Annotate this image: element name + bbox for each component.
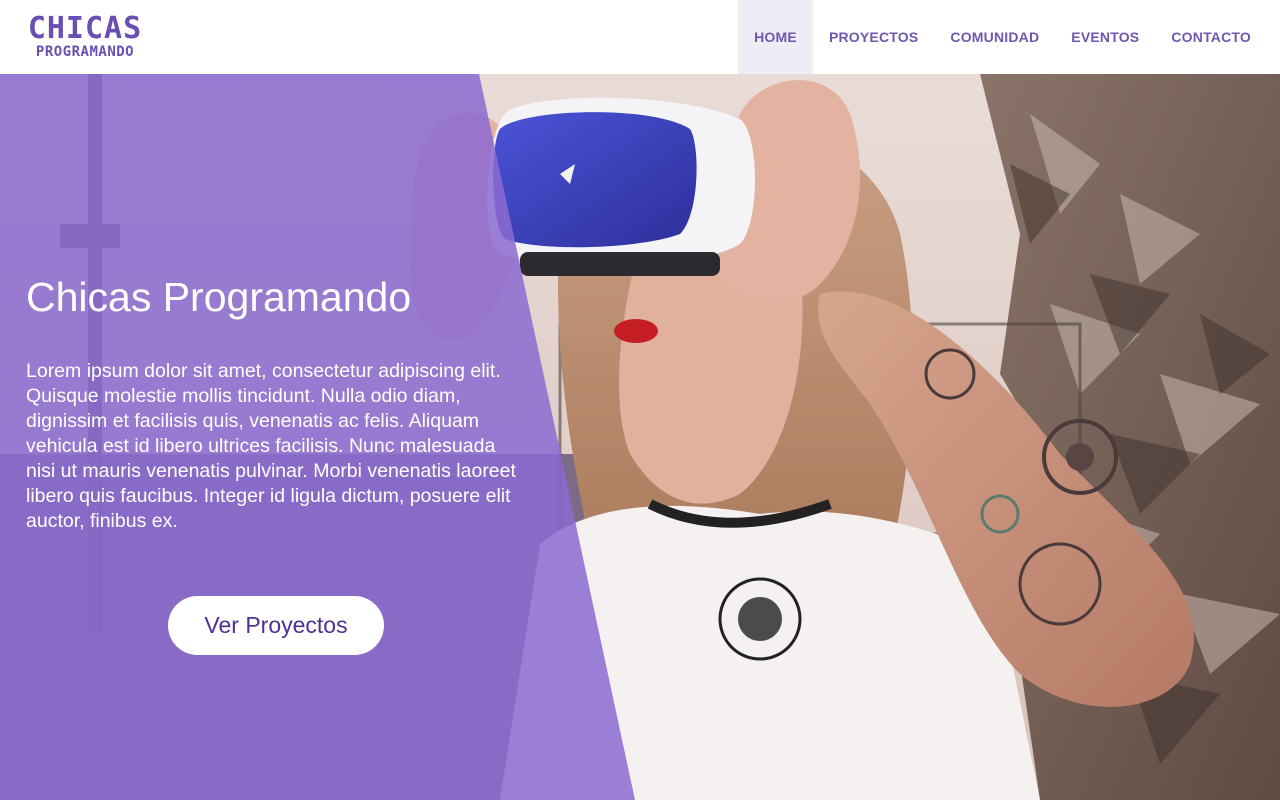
nav-home[interactable]: HOME [738,0,813,74]
site-header: CHICAS PROGRAMANDO HOME PROYECTOS COMUNI… [0,0,1280,74]
hero-section: Chicas Programando Lorem ipsum dolor sit… [0,74,1280,800]
hero-description: Lorem ipsum dolor sit amet, consectetur … [26,360,516,532]
nav-proyectos[interactable]: PROYECTOS [813,0,934,74]
nav-eventos[interactable]: EVENTOS [1055,0,1155,74]
main-nav: HOME PROYECTOS COMUNIDAD EVENTOS CONTACT… [738,0,1267,74]
logo-line-1: CHICAS [27,11,143,46]
logo-line-2: PROGRAMANDO [35,44,135,60]
nav-comunidad[interactable]: COMUNIDAD [934,0,1055,74]
chicas-programando-logo[interactable]: CHICAS PROGRAMANDO [26,14,144,62]
nav-contacto[interactable]: CONTACTO [1155,0,1267,74]
ver-proyectos-button[interactable]: Ver Proyectos [168,596,384,655]
hero-title: Chicas Programando [26,274,412,320]
